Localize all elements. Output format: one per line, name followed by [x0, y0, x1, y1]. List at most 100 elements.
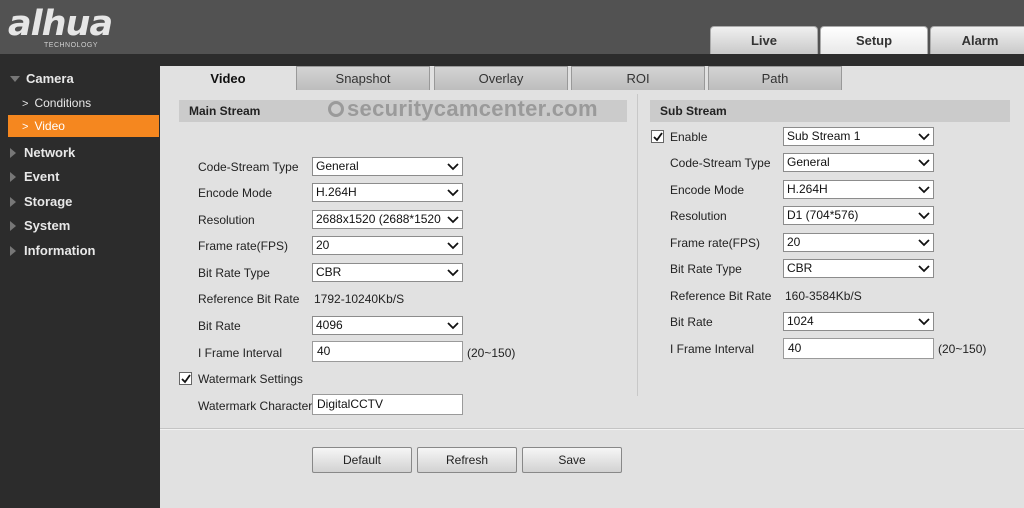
main-reference-bit-rate-value: 1792-10240Kb/S: [314, 292, 405, 306]
encode-mode-label: Encode Mode: [670, 183, 745, 197]
i-frame-interval-label: I Frame Interval: [670, 342, 755, 356]
logo-tagline: TECHNOLOGY: [44, 42, 99, 49]
sidebar-item-label: Event: [24, 169, 60, 184]
sub-code-stream-type-select[interactable]: General: [783, 153, 934, 172]
sub-bit-rate-type-select[interactable]: CBR: [783, 259, 934, 278]
site-watermark: securitycamcenter.com: [328, 96, 598, 122]
dahua-logo: alhua TECHNOLOGY: [8, 4, 113, 49]
watermark-character-input[interactable]: DigitalCCTV: [312, 394, 463, 415]
chevron-down-icon: [918, 133, 930, 141]
save-button[interactable]: Save: [522, 447, 622, 473]
sidebar-item-label: Network: [24, 145, 76, 160]
main-i-frame-interval-input[interactable]: 40: [312, 341, 463, 362]
chevron-down-icon: [447, 189, 459, 197]
chevron-down-icon: [918, 159, 930, 167]
sidebar-item-label: System: [24, 218, 71, 233]
tab-overlay[interactable]: Overlay: [434, 66, 568, 90]
main-code-stream-type-select[interactable]: General: [312, 157, 463, 176]
checkmark-icon: [181, 374, 191, 384]
column-divider: [637, 94, 638, 396]
watermark-settings-checkbox[interactable]: [179, 372, 192, 385]
sub-stream-header: Sub Stream: [650, 100, 1010, 122]
resolution-label: Resolution: [198, 213, 255, 227]
tab-alarm[interactable]: Alarm: [930, 26, 1024, 54]
sidebar-item-label: Information: [24, 243, 96, 258]
i-frame-interval-label: I Frame Interval: [198, 346, 283, 360]
checkmark-icon: [653, 132, 663, 142]
sidebar-item-label: Conditions: [34, 96, 92, 110]
tab-roi[interactable]: ROI: [571, 66, 705, 90]
sidebar-item-network[interactable]: Network: [10, 145, 75, 160]
reference-bit-rate-label: Reference Bit Rate: [670, 289, 772, 303]
main-frame-rate-select[interactable]: 20: [312, 236, 463, 255]
chevron-down-icon: [447, 163, 459, 171]
triangle-right-icon: [10, 147, 16, 158]
code-stream-type-label: Code-Stream Type: [198, 160, 299, 174]
chevron-down-icon: [447, 242, 459, 250]
sidebar: Camera > Conditions > Video Network Event …: [0, 54, 160, 508]
sidebar-item-conditions[interactable]: > Conditions: [8, 92, 159, 114]
main-i-frame-range: (20~150): [467, 346, 516, 360]
sub-stream-enable-checkbox[interactable]: [651, 130, 664, 143]
triangle-right-icon: [10, 245, 16, 256]
sub-reference-bit-rate-value: 160-3584Kb/S: [785, 289, 862, 303]
video-settings-panel: Video Snapshot Overlay ROI Path Main Str…: [160, 66, 1024, 508]
chevron-down-icon: [447, 322, 459, 330]
reference-bit-rate-label: Reference Bit Rate: [198, 292, 300, 306]
sidebar-item-camera[interactable]: Camera: [10, 71, 74, 86]
sidebar-item-video[interactable]: > Video: [8, 115, 159, 137]
tab-path[interactable]: Path: [708, 66, 842, 90]
sidebar-item-label: Video: [34, 119, 65, 133]
sub-frame-rate-select[interactable]: 20: [783, 233, 934, 252]
encode-mode-label: Encode Mode: [198, 186, 273, 200]
bit-rate-label: Bit Rate: [198, 319, 241, 333]
chevron-down-icon: [918, 239, 930, 247]
sidebar-item-event[interactable]: Event: [10, 169, 59, 184]
sub-i-frame-interval-input[interactable]: 40: [783, 338, 934, 359]
tab-strip-background: [160, 54, 1024, 66]
sub-i-frame-range: (20~150): [938, 342, 987, 356]
tab-snapshot[interactable]: Snapshot: [296, 66, 430, 90]
resolution-label: Resolution: [670, 209, 727, 223]
chevron-right-icon: >: [22, 98, 29, 110]
sidebar-item-information[interactable]: Information: [10, 243, 96, 258]
enable-label: Enable: [670, 130, 708, 144]
chevron-down-icon: [918, 212, 930, 220]
sub-stream-select[interactable]: Sub Stream 1: [783, 127, 934, 146]
refresh-button[interactable]: Refresh: [417, 447, 517, 473]
main-resolution-select[interactable]: 2688x1520 (2688*1520: [312, 210, 463, 229]
sub-resolution-select[interactable]: D1 (704*576): [783, 206, 934, 225]
chevron-down-icon: [918, 186, 930, 194]
bit-rate-type-label: Bit Rate Type: [670, 262, 742, 276]
main-encode-mode-select[interactable]: H.264H: [312, 183, 463, 202]
bit-rate-label: Bit Rate: [670, 315, 713, 329]
triangle-right-icon: [10, 196, 16, 207]
triangle-down-icon: [10, 75, 20, 82]
sidebar-item-label: Storage: [24, 194, 73, 209]
default-button[interactable]: Default: [312, 447, 412, 473]
triangle-right-icon: [10, 220, 16, 231]
frame-rate-label: Frame rate(FPS): [670, 236, 761, 250]
chevron-down-icon: [918, 265, 930, 273]
sub-bit-rate-select[interactable]: 1024: [783, 312, 934, 331]
sidebar-item-storage[interactable]: Storage: [10, 194, 72, 209]
tab-setup[interactable]: Setup: [820, 26, 928, 54]
main-bit-rate-type-select[interactable]: CBR: [312, 263, 463, 282]
watermark-logo-icon: [328, 101, 344, 117]
tab-live[interactable]: Live: [710, 26, 818, 54]
sub-encode-mode-select[interactable]: H.264H: [783, 180, 934, 199]
footer-divider: [160, 428, 1024, 430]
header-bar: alhua TECHNOLOGY Live Setup Alarm: [0, 0, 1024, 54]
chevron-right-icon: >: [22, 121, 29, 133]
chevron-down-icon: [447, 269, 459, 277]
bit-rate-type-label: Bit Rate Type: [198, 266, 270, 280]
frame-rate-label: Frame rate(FPS): [198, 239, 289, 253]
tab-video[interactable]: Video: [162, 66, 294, 90]
chevron-down-icon: [918, 318, 930, 326]
code-stream-type-label: Code-Stream Type: [670, 156, 771, 170]
watermark-character-label: Watermark Character: [198, 399, 313, 413]
sidebar-item-system[interactable]: System: [10, 218, 70, 233]
watermark-text: securitycamcenter.com: [347, 96, 598, 121]
logo-text: alhua: [8, 4, 113, 44]
main-bit-rate-select[interactable]: 4096: [312, 316, 463, 335]
